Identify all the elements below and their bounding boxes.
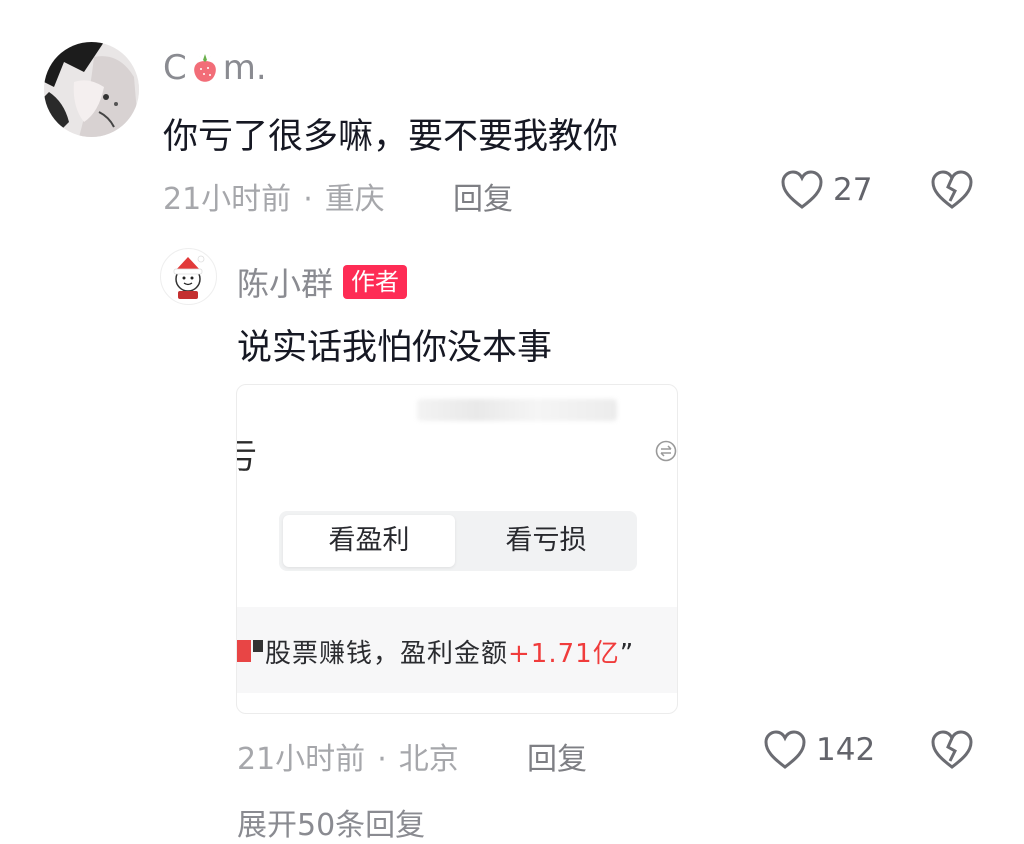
dark-marker-icon bbox=[253, 640, 263, 652]
username-prefix: C bbox=[163, 48, 187, 88]
profit-amount: +1.71亿 bbox=[508, 639, 620, 669]
username-suffix: m. bbox=[222, 48, 267, 88]
reply-time: 21小时前 bbox=[237, 742, 366, 777]
snowman-avatar-image bbox=[173, 255, 205, 299]
comment-meta: 21小时前 · 重庆 bbox=[163, 174, 385, 218]
comment-text: 你亏了很多嘛，要不要我教你 bbox=[163, 117, 619, 157]
manga-avatar-image bbox=[44, 42, 139, 137]
profit-loss-toggle: 看盈利 看亏损 bbox=[279, 511, 637, 571]
close-quote: ” bbox=[619, 639, 635, 669]
reply-like-count: 142 bbox=[816, 732, 876, 768]
comment-like-button[interactable]: 27 bbox=[780, 169, 872, 211]
comment-time: 21小时前 bbox=[163, 182, 292, 217]
heart-outline-icon bbox=[764, 730, 806, 769]
expand-replies-link[interactable]: 展开50条回复 bbox=[237, 800, 425, 844]
heart-outline-icon bbox=[781, 170, 823, 209]
meta-separator: · bbox=[303, 182, 313, 217]
author-badge: 作者 bbox=[343, 265, 408, 299]
meta-separator: · bbox=[377, 742, 387, 777]
tab-view-profit[interactable]: 看盈利 bbox=[283, 515, 455, 567]
profit-label: 股票赚钱，盈利金额 bbox=[265, 639, 509, 669]
comment-dislike-button[interactable] bbox=[930, 169, 974, 215]
reply-dislike-button[interactable] bbox=[930, 729, 974, 775]
broken-heart-icon bbox=[931, 730, 973, 769]
reply-location: 北京 bbox=[398, 742, 459, 777]
broken-heart-icon bbox=[931, 170, 973, 209]
comment-like-count: 27 bbox=[833, 172, 873, 208]
comment-location: 重庆 bbox=[324, 182, 385, 217]
image-partial-title: 亏 bbox=[237, 429, 257, 478]
profit-strip-text: 股票赚钱，盈利金额+1.71亿” bbox=[265, 633, 634, 670]
reply-like-button[interactable]: 142 bbox=[763, 729, 875, 771]
comment-reply-button[interactable]: 回复 bbox=[453, 174, 513, 218]
profit-info-strip: 股票赚钱，盈利金额+1.71亿” bbox=[237, 607, 677, 693]
commenter-username[interactable]: C m. bbox=[163, 48, 267, 88]
reply-attached-image[interactable]: 亏 看盈利 看亏损 股票赚钱，盈利金额+1.71亿” bbox=[236, 384, 678, 714]
author-avatar[interactable] bbox=[160, 248, 217, 305]
swap-icon bbox=[655, 440, 677, 466]
author-username[interactable]: 陈小群 bbox=[237, 259, 333, 305]
image-blurred-header bbox=[417, 399, 617, 421]
reply-meta: 21小时前 · 北京 bbox=[237, 734, 459, 778]
strawberry-icon bbox=[189, 51, 221, 85]
author-name-row: 陈小群 作者 bbox=[237, 259, 408, 305]
reply-reply-button[interactable]: 回复 bbox=[527, 734, 587, 778]
reply-text: 说实话我怕你没本事 bbox=[237, 328, 553, 368]
tab-view-loss[interactable]: 看亏损 bbox=[459, 515, 633, 567]
red-flag-icon bbox=[237, 640, 251, 662]
commenter-avatar[interactable] bbox=[44, 42, 139, 137]
